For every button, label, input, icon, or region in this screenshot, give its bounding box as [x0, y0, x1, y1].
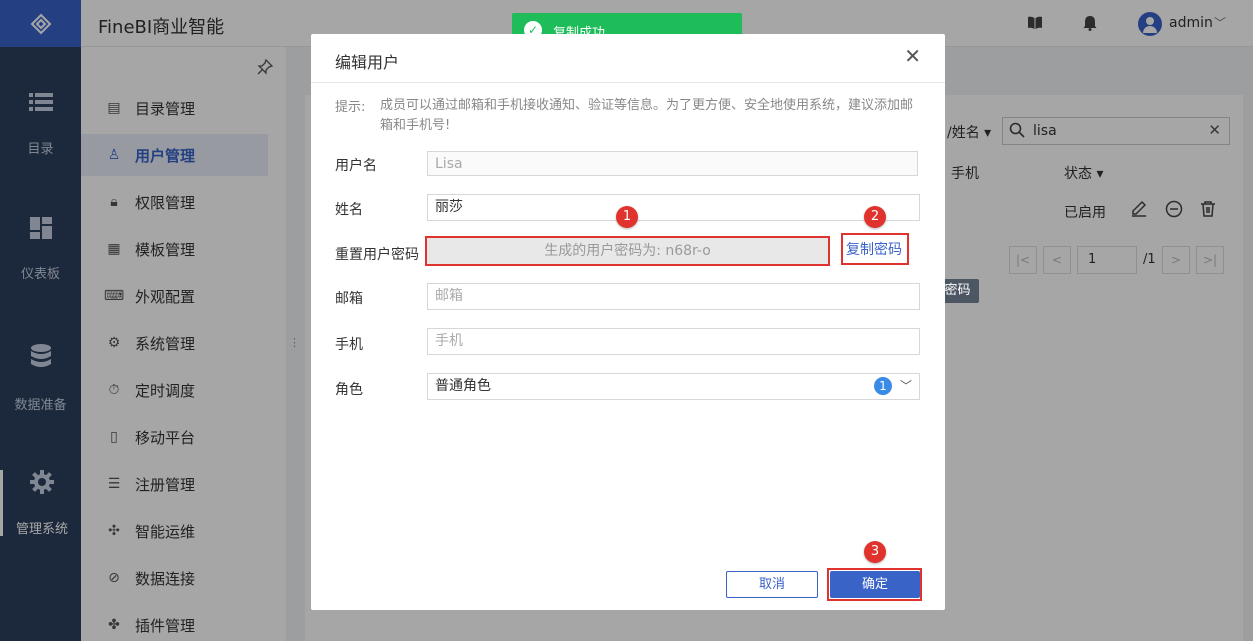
phone-label: 手机: [335, 337, 363, 353]
hint-text: 成员可以通过邮箱和手机接收通知、验证等信息。为了更方便、安全地使用系统，建议添加…: [380, 98, 914, 133]
email-label: 邮箱: [335, 291, 363, 307]
step-marker-3: 3: [864, 541, 886, 563]
realname-field[interactable]: 丽莎: [427, 194, 920, 221]
phone-field[interactable]: 手机: [427, 328, 920, 355]
highlight-frame: [827, 568, 922, 601]
email-field[interactable]: 邮箱: [427, 283, 920, 310]
highlight-frame: [841, 233, 909, 265]
chevron-down-icon[interactable]: ﹀: [900, 377, 912, 394]
dialog-title: 编辑用户: [335, 53, 400, 72]
role-count-badge: 1: [874, 377, 892, 395]
close-icon[interactable]: ✕: [904, 46, 921, 66]
dialog-header: 编辑用户 ✕: [311, 34, 945, 83]
hint-label: 提示:: [335, 100, 366, 115]
step-marker-2: 2: [864, 206, 886, 228]
role-label: 角色: [335, 382, 363, 398]
realname-label: 姓名: [335, 202, 363, 218]
password-label: 重置用户密码: [335, 247, 419, 263]
edit-user-dialog: 编辑用户 ✕ 提示: 成员可以通过邮箱和手机接收通知、验证等信息。为了更方便、安…: [311, 34, 945, 610]
role-select[interactable]: 普通角色: [427, 373, 920, 400]
highlight-frame: [425, 236, 830, 266]
step-marker-1: 1: [616, 206, 638, 228]
cancel-button[interactable]: 取消: [726, 571, 818, 598]
username-label: 用户名: [335, 158, 377, 174]
username-field: Lisa: [427, 151, 918, 176]
